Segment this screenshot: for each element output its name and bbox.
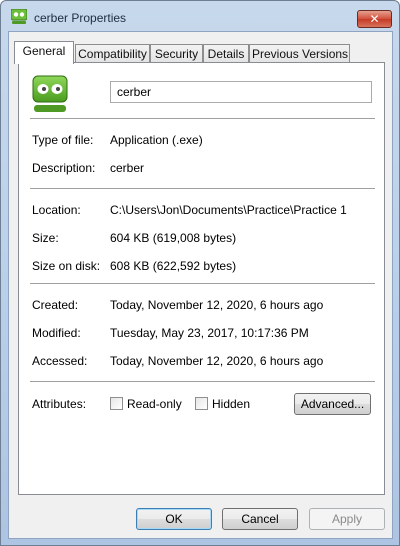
title-bar[interactable]: cerber Properties ✕ — [1, 1, 399, 31]
separator — [30, 118, 375, 119]
size-on-disk-label: Size on disk: — [32, 259, 101, 273]
file-name-field[interactable] — [110, 81, 372, 103]
close-button[interactable]: ✕ — [357, 10, 392, 28]
dialog-client: General Compatibility Security Details P… — [8, 31, 393, 539]
read-only-checkbox[interactable] — [110, 397, 123, 410]
read-only-label[interactable]: Read-only — [127, 397, 182, 411]
description-value: cerber — [110, 161, 145, 175]
accessed-label: Accessed: — [32, 354, 88, 368]
created-label: Created: — [32, 298, 79, 312]
window-title: cerber Properties — [34, 11, 127, 25]
size-on-disk-value: 608 KB (622,592 bytes) — [110, 259, 237, 273]
cancel-button[interactable]: Cancel — [222, 508, 298, 530]
ok-button[interactable]: OK — [136, 508, 212, 530]
size-value: 604 KB (619,008 bytes) — [110, 231, 237, 245]
modified-label: Modified: — [32, 326, 81, 340]
created-value: Today, November 12, 2020, 6 hours ago — [110, 298, 324, 312]
modified-value: Tuesday, May 23, 2017, 10:17:36 PM — [110, 326, 309, 340]
general-panel: Type of file: Application (.exe) Descrip… — [18, 62, 385, 495]
type-of-file-label: Type of file: — [32, 133, 94, 147]
close-icon: ✕ — [369, 12, 380, 26]
tab-general[interactable]: General — [14, 41, 74, 64]
advanced-button[interactable]: Advanced... — [294, 393, 371, 415]
size-label: Size: — [32, 231, 59, 245]
separator — [30, 381, 375, 382]
properties-window: cerber Properties ✕ General Compatibilit… — [0, 0, 400, 546]
attributes-label: Attributes: — [32, 397, 87, 411]
location-value: C:\Users\Jon\Documents\Practice\Practice… — [110, 203, 347, 217]
tab-security[interactable]: Security — [150, 44, 203, 63]
tab-compatibility[interactable]: Compatibility — [75, 44, 150, 63]
tab-previous-versions[interactable]: Previous Versions — [249, 44, 350, 63]
app-icon — [11, 9, 27, 24]
hidden-checkbox[interactable] — [195, 397, 208, 410]
type-of-file-value: Application (.exe) — [110, 133, 203, 147]
location-label: Location: — [32, 203, 81, 217]
description-label: Description: — [32, 161, 96, 175]
separator — [30, 283, 375, 284]
separator — [30, 188, 375, 189]
apply-button[interactable]: Apply — [309, 508, 385, 530]
accessed-value: Today, November 12, 2020, 6 hours ago — [110, 354, 324, 368]
hidden-label[interactable]: Hidden — [212, 397, 250, 411]
tab-details[interactable]: Details — [203, 44, 249, 63]
robo-app-icon — [32, 75, 68, 112]
